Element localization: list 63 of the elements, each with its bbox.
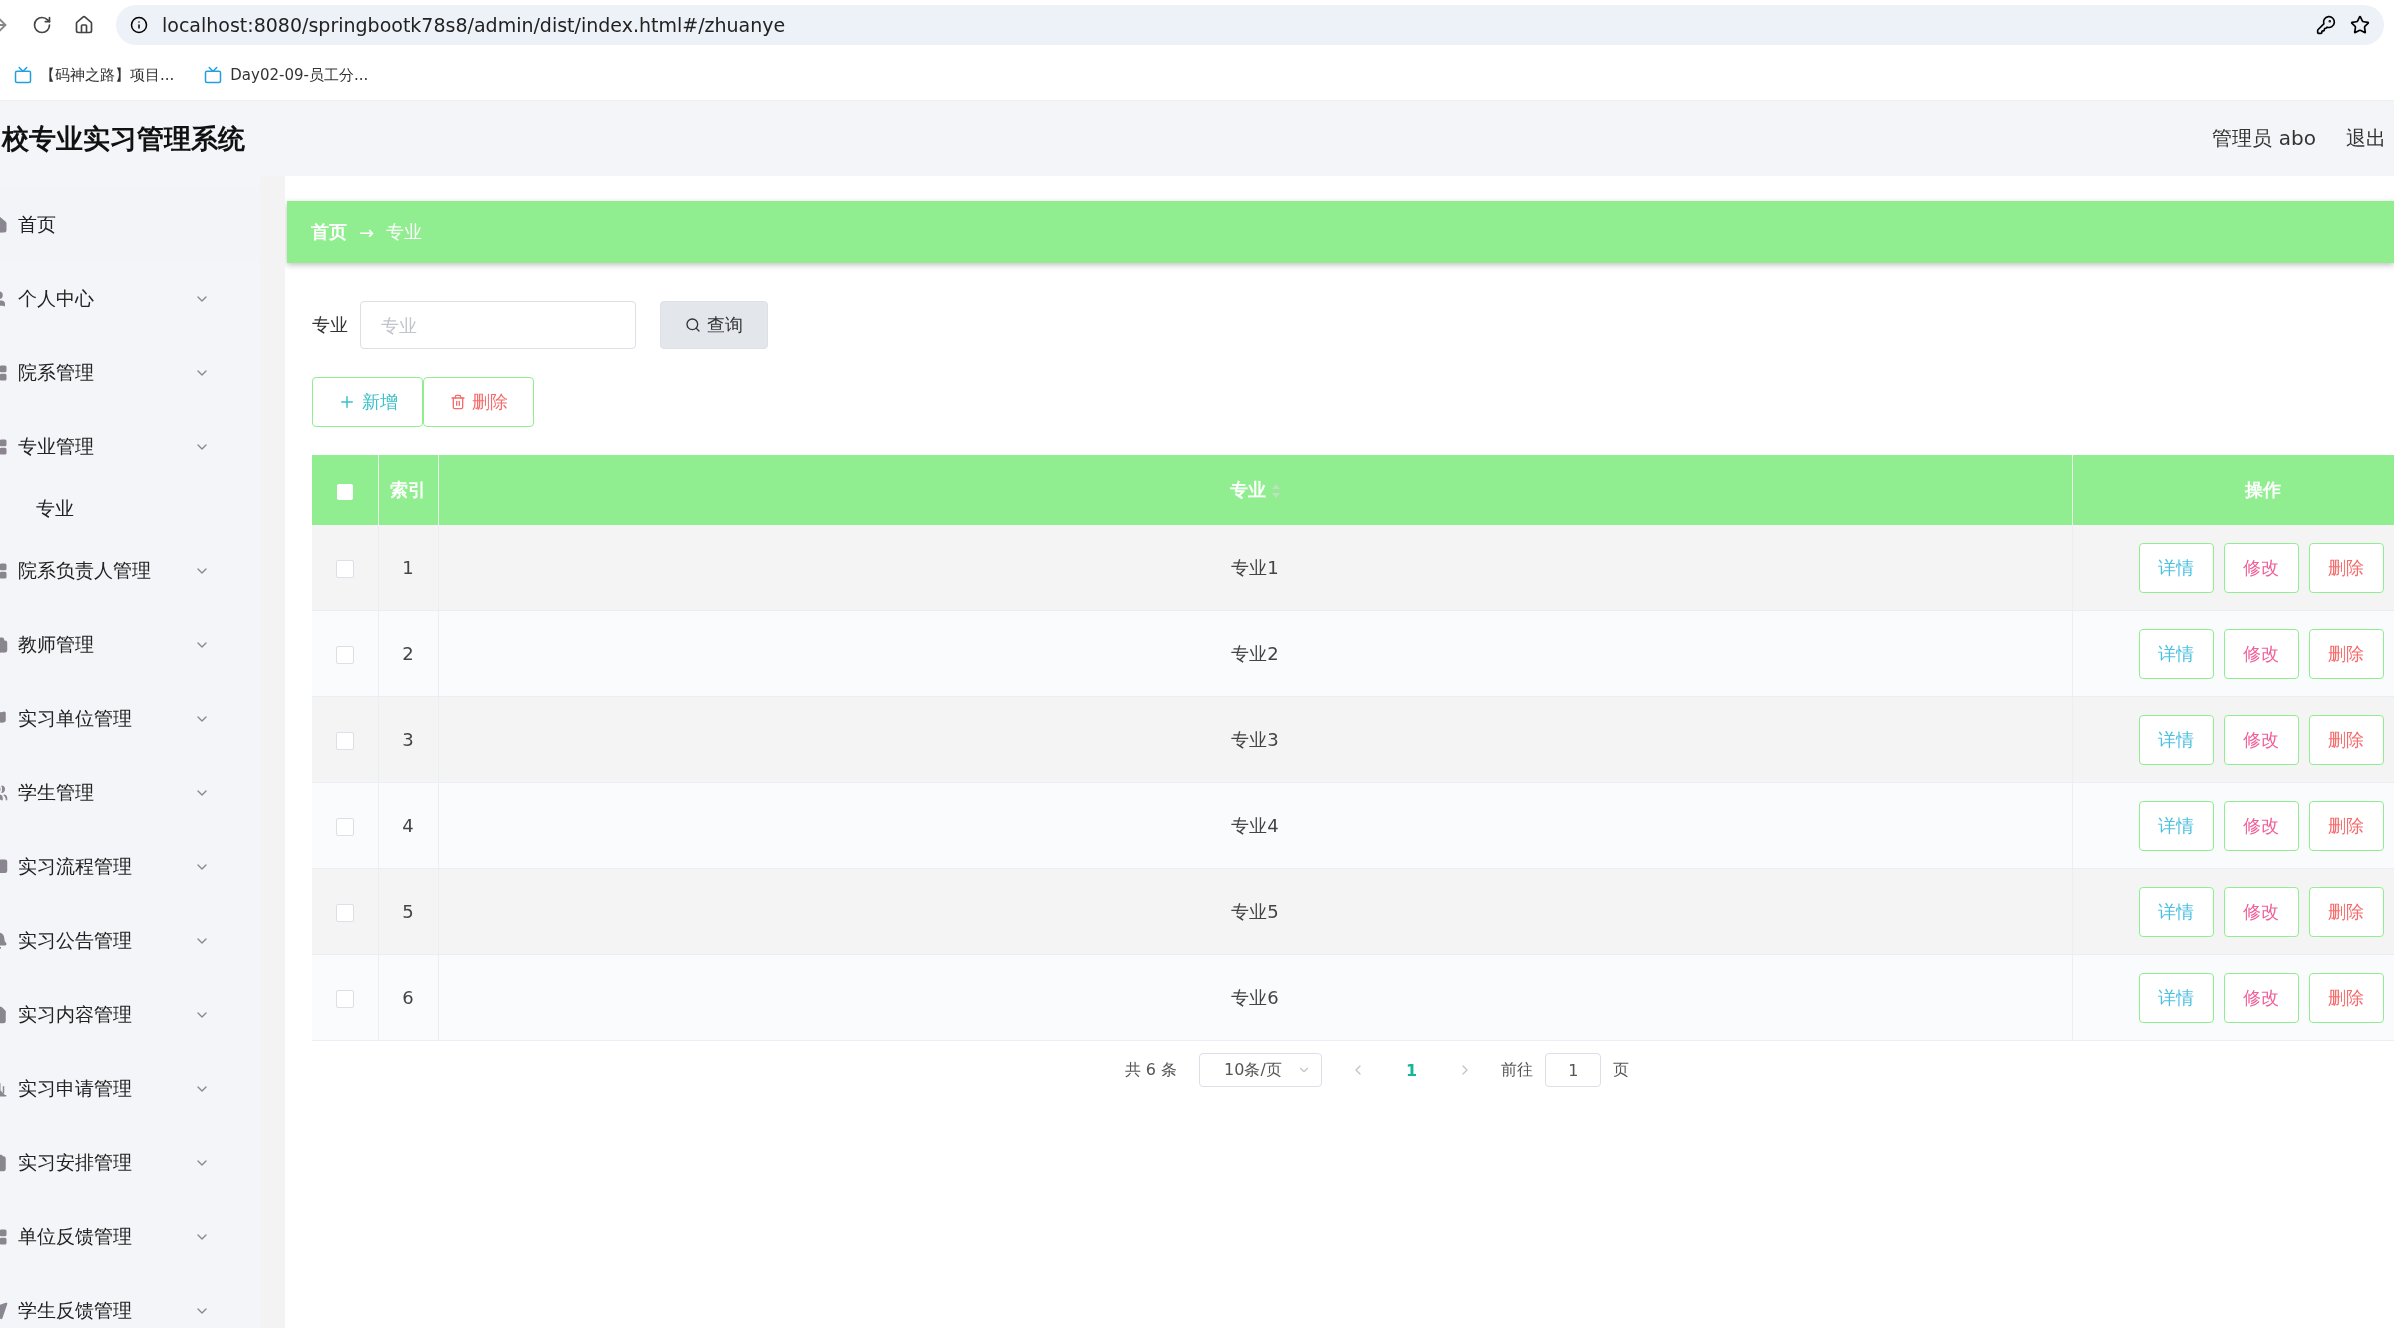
sidebar-item[interactable]: 专业管理 xyxy=(0,410,260,484)
sidebar-item[interactable]: 实习流程管理 xyxy=(0,830,260,904)
sidebar-item[interactable]: 院系管理 xyxy=(0,336,260,410)
sidebar-item[interactable]: 教师管理 xyxy=(0,608,260,682)
sidebar-item[interactable]: 学生反馈管理 xyxy=(0,1274,260,1328)
table-cell: 专业2 xyxy=(1231,642,1279,664)
sidebar-item[interactable]: 实习内容管理 xyxy=(0,978,260,1052)
info-icon[interactable] xyxy=(130,16,148,34)
url-text: localhost:8080/springbootk78s8/admin/dist/index.html#/zhuanye xyxy=(162,14,787,36)
row-checkbox[interactable] xyxy=(335,560,354,578)
sidebar-item[interactable]: 个人中心 xyxy=(0,262,260,336)
search-field[interactable]: 专业 xyxy=(360,301,636,349)
table-cell: 1 xyxy=(402,557,414,578)
key-icon[interactable] xyxy=(2316,15,2336,35)
table-cell: 专业5 xyxy=(1231,900,1279,922)
user-name: 管理员 abo xyxy=(2212,125,2316,152)
row-checkbox[interactable] xyxy=(335,818,354,836)
row-checkbox[interactable] xyxy=(335,904,354,922)
page-size-select[interactable]: 10条/页 xyxy=(1199,1053,1323,1087)
app-title: 校专业实习管理系统 xyxy=(2,121,246,156)
table-cell: 专业3 xyxy=(1231,728,1279,750)
submenu-item[interactable]: 专业 xyxy=(0,484,260,534)
sidebar-item[interactable]: 实习安排管理 xyxy=(0,1126,260,1200)
table-cell: 5 xyxy=(402,901,414,922)
column-header: 操作 xyxy=(2072,455,2394,525)
reload-icon[interactable] xyxy=(32,15,52,35)
sidebar-item[interactable]: 实习公告管理 xyxy=(0,904,260,978)
total-count: 共 6 条 xyxy=(1124,1059,1178,1081)
column-header: 索引 xyxy=(378,455,438,525)
tv-icon xyxy=(204,66,223,84)
table-cell: 专业6 xyxy=(1231,986,1279,1008)
bookmark[interactable]: Day02-09-员工分... xyxy=(204,65,369,85)
search-button[interactable]: 查询 xyxy=(660,301,768,349)
sidebar-item[interactable]: 实习申请管理 xyxy=(0,1052,260,1126)
row-checkbox[interactable] xyxy=(335,646,354,664)
star-icon[interactable] xyxy=(2350,15,2370,35)
table-cell: 6 xyxy=(402,987,414,1008)
table-cell: 4 xyxy=(402,815,414,836)
table-cell: 3 xyxy=(402,729,414,750)
trash-icon xyxy=(449,394,466,410)
table-cell: 2 xyxy=(402,643,414,664)
sidebar-item[interactable]: 实习单位管理 xyxy=(0,682,260,756)
row-checkbox[interactable] xyxy=(335,990,354,1008)
sidebar-item[interactable]: 单位反馈管理 xyxy=(0,1200,260,1274)
tv-icon xyxy=(14,66,32,84)
field-label: 专业 xyxy=(312,313,348,337)
sort-icon[interactable] xyxy=(1272,484,1280,498)
goto-page-field[interactable]: 1 xyxy=(1545,1053,1602,1087)
breadcrumb-current: 专业 xyxy=(386,220,423,244)
bookmark[interactable]: 【码神之路】项目... xyxy=(14,65,175,85)
search-icon xyxy=(685,317,701,333)
home-icon[interactable] xyxy=(74,15,94,35)
breadcrumb-separator: → xyxy=(359,221,375,243)
address-bar[interactable]: localhost:8080/springbootk78s8/admin/dist/index.html#/zhuanye xyxy=(116,5,2384,45)
sidebar-item[interactable]: 学生管理 xyxy=(0,756,260,830)
logout-link[interactable]: 退出 xyxy=(2346,125,2386,152)
page-suffix: 页 xyxy=(1613,1059,1630,1081)
row-checkbox[interactable] xyxy=(335,732,354,750)
goto-label: 前往 xyxy=(1501,1059,1534,1081)
table-cell: 专业4 xyxy=(1231,814,1279,836)
sidebar-item[interactable]: 院系负责人管理 xyxy=(0,534,260,608)
table-cell: 专业1 xyxy=(1231,556,1279,578)
select-all-checkbox[interactable] xyxy=(336,483,353,500)
